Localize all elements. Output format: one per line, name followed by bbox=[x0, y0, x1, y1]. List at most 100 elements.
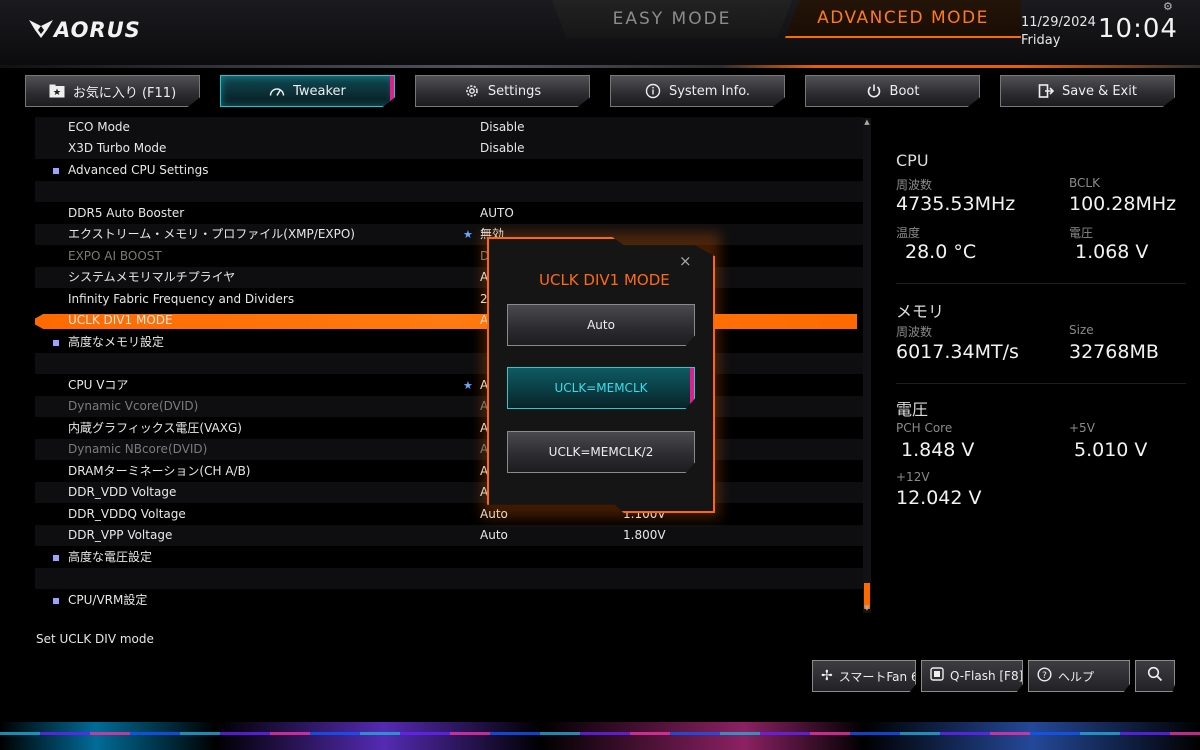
advanced-mode-tab[interactable]: ADVANCED MODE bbox=[785, 0, 1021, 38]
scrollbar-track[interactable] bbox=[863, 118, 871, 613]
pch-core-label: PCH Core bbox=[896, 421, 953, 435]
setting-row-x3d-turbo[interactable]: X3D Turbo Mode Disable bbox=[35, 138, 863, 159]
tab-label: Boot bbox=[889, 83, 920, 99]
decorative-light-strip bbox=[0, 722, 1200, 750]
tab-label: Tweaker bbox=[293, 83, 346, 99]
cpu-frequency-value: 4735.53MHz bbox=[896, 193, 1016, 215]
submenu-bullet-icon bbox=[53, 340, 59, 346]
submenu-bullet-icon bbox=[53, 598, 59, 604]
tab-system-info[interactable]: System Info. bbox=[610, 75, 785, 107]
option-uclk-memclk-button[interactable]: UCLK=MEMCLK bbox=[507, 367, 695, 409]
cpu-frequency-label: 周波数 bbox=[896, 178, 933, 192]
memory-size-label: Size bbox=[1069, 323, 1094, 337]
setting-row-ddr-vpp[interactable]: DDR_VPP Voltage Auto 1.800V bbox=[35, 525, 863, 546]
tab-save-exit[interactable]: Save & Exit bbox=[1000, 75, 1175, 107]
svg-text:?: ? bbox=[1042, 671, 1047, 681]
v5-label: +5V bbox=[1069, 421, 1095, 435]
memory-section-title: メモリ bbox=[896, 302, 945, 321]
submenu-bullet-icon bbox=[53, 168, 59, 174]
setting-row-infinity-fabric[interactable]: Infinity Fabric Frequency and Dividers 2 bbox=[35, 289, 863, 310]
cpu-section-title: CPU bbox=[896, 151, 929, 170]
gear-icon bbox=[464, 83, 480, 99]
setting-row-memory-multiplier[interactable]: システムメモリマルチプライヤ Auto bbox=[35, 267, 863, 288]
voltage-section-title: 電圧 bbox=[896, 400, 929, 419]
speedometer-icon bbox=[269, 83, 285, 99]
system-info-panel: CPU 周波数 4735.53MHz BCLK 100.28MHz 温度 28.… bbox=[880, 118, 1190, 638]
memory-size-value: 32768MB bbox=[1069, 341, 1159, 363]
cpu-temp-label: 温度 bbox=[896, 226, 921, 240]
setting-row-xmp-expo[interactable]: エクストリーム・メモリ・プロファイル(XMP/EXPO) ★ 無効 bbox=[35, 224, 863, 245]
option-auto-button[interactable]: Auto bbox=[507, 304, 695, 346]
favorite-star-icon: ★ bbox=[463, 379, 473, 392]
setting-row-eco-mode[interactable]: ECO Mode Disable bbox=[35, 117, 863, 138]
star-folder-icon bbox=[49, 83, 65, 99]
submenu-advanced-voltage[interactable]: 高度な電圧設定 bbox=[35, 547, 863, 568]
tab-favorites[interactable]: お気に入り (F11) bbox=[25, 75, 200, 107]
eagle-icon bbox=[29, 20, 53, 38]
favorite-star-icon: ★ bbox=[463, 228, 473, 241]
tab-settings[interactable]: Settings bbox=[415, 75, 590, 107]
option-uclk-memclk-half-button[interactable]: UCLK=MEMCLK/2 bbox=[507, 431, 695, 473]
section-divider bbox=[896, 283, 1186, 284]
section-divider bbox=[896, 383, 1186, 384]
date-text: 11/29/2024 bbox=[1021, 15, 1096, 30]
chip-icon bbox=[930, 667, 944, 685]
close-icon[interactable]: × bbox=[679, 252, 692, 270]
fan-icon: ✢ bbox=[821, 668, 833, 684]
cpu-temp-value: 28.0 °C bbox=[905, 241, 977, 263]
weekday-text: Friday bbox=[1021, 33, 1061, 48]
dialog-title: UCLK DIV1 MODE bbox=[539, 271, 670, 289]
v5-value: 5.010 V bbox=[1074, 439, 1148, 461]
brand-name: AORUS bbox=[54, 18, 141, 42]
cpu-voltage-label: 電圧 bbox=[1069, 226, 1094, 240]
spacer-row bbox=[35, 568, 863, 589]
bclk-label: BCLK bbox=[1069, 176, 1100, 190]
tab-label: Settings bbox=[487, 83, 542, 99]
exit-icon bbox=[1038, 83, 1055, 99]
header-bar: AORUS EASY MODE ADVANCED MODE 11/29/2024… bbox=[0, 0, 1200, 68]
easy-mode-tab[interactable]: EASY MODE bbox=[552, 0, 792, 38]
v12-value: 12.042 V bbox=[896, 487, 982, 509]
setting-row-ddr-vdd[interactable]: DDR_VDD Voltage A bbox=[35, 482, 863, 503]
cpu-voltage-value: 1.068 V bbox=[1075, 241, 1149, 263]
scroll-up-arrow-icon[interactable]: ▲ bbox=[863, 118, 871, 126]
submenu-advanced-memory[interactable]: 高度なメモリ設定 bbox=[35, 332, 863, 353]
submenu-bullet-icon bbox=[53, 555, 59, 561]
tab-boot[interactable]: Boot bbox=[805, 75, 980, 107]
help-description: Set UCLK DIV mode bbox=[36, 632, 154, 646]
pch-core-value: 1.848 V bbox=[901, 439, 975, 461]
aorus-logo: AORUS bbox=[28, 16, 141, 44]
main-tabs: お気に入り (F11) Tweaker Settings System Info… bbox=[25, 75, 1175, 107]
bclk-value: 100.28MHz bbox=[1069, 193, 1177, 215]
tab-label: System Info. bbox=[668, 83, 751, 99]
help-icon: ? bbox=[1037, 666, 1052, 686]
info-icon bbox=[645, 83, 661, 99]
spacer-row bbox=[35, 181, 863, 202]
tab-tweaker[interactable]: Tweaker bbox=[220, 75, 395, 107]
setting-row-cpu-vcore[interactable]: CPU Vコア ★ A bbox=[35, 375, 863, 396]
help-button[interactable]: ? ヘルプ bbox=[1028, 660, 1130, 692]
uclk-mode-dialog: UCLK DIV1 MODE × Auto UCLK=MEMCLK UCLK=M… bbox=[487, 237, 715, 513]
setting-row-dram-termination[interactable]: DRAMターミネーション(CH A/B) A bbox=[35, 461, 863, 482]
smart-fan-button[interactable]: ✢ スマートFan 6 [F bbox=[812, 660, 916, 692]
settings-list: ECO Mode Disable X3D Turbo Mode Disable … bbox=[35, 117, 863, 613]
setting-row-expo-ai-boost: EXPO AI BOOST D bbox=[68, 249, 490, 263]
setting-row-igpu-voltage[interactable]: 内蔵グラフィックス電圧(VAXG) A bbox=[35, 418, 863, 439]
submenu-advanced-cpu[interactable]: Advanced CPU Settings bbox=[35, 160, 863, 181]
setting-row-ddr-vddq[interactable]: DDR_VDDQ Voltage Auto 1.100V bbox=[35, 504, 863, 525]
search-icon bbox=[1147, 666, 1163, 686]
q-flash-button[interactable]: Q-Flash [F8] bbox=[921, 660, 1023, 692]
setting-row-uclk-div1[interactable]: UCLK DIV1 MODE A bbox=[35, 310, 863, 331]
date-block: 11/29/2024 Friday bbox=[1021, 14, 1096, 50]
submenu-cpu-vrm[interactable]: CPU/VRM設定 bbox=[35, 590, 863, 611]
memory-frequency-label: 周波数 bbox=[896, 325, 933, 339]
tab-label: Save & Exit bbox=[1062, 83, 1137, 99]
setting-row-ddr5-booster[interactable]: DDR5 Auto Booster AUTO bbox=[35, 203, 863, 224]
search-button[interactable] bbox=[1135, 660, 1175, 692]
scroll-down-arrow-icon[interactable]: ▼ bbox=[863, 604, 871, 612]
gear-icon[interactable]: ⚙ bbox=[1163, 0, 1175, 13]
power-icon bbox=[866, 83, 882, 99]
setting-row-dynamic-nbcore: Dynamic NBcore(DVID) A bbox=[35, 439, 863, 460]
spacer-row bbox=[35, 353, 863, 374]
v12-label: +12V bbox=[896, 470, 930, 484]
